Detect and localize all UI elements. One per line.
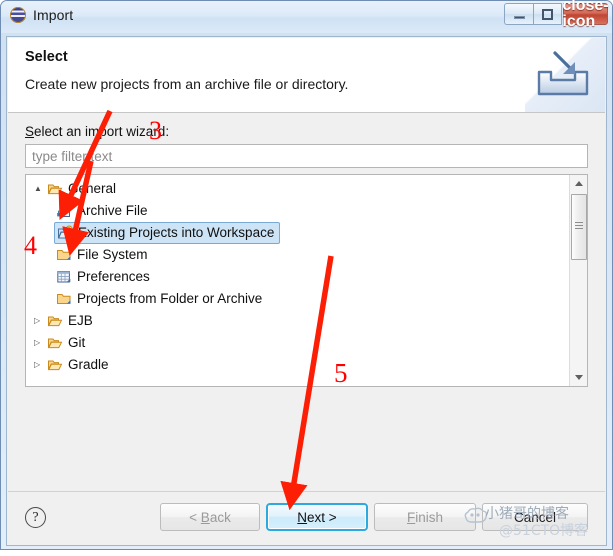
tree-item-gradle[interactable]: ▷ Gradle [26,354,569,376]
tree-item-content: Gradle [47,357,109,373]
folder-open-icon [47,338,63,349]
page-title: Select [25,49,68,65]
tree-label-rest: elect an import wizard: [34,124,170,139]
tree-rows: ▲ General Archive File Existing Projects in… [26,178,569,376]
folder-open-icon [47,357,63,373]
folder-icon [56,291,72,307]
next-button-label: Next > [297,509,337,525]
tree-item-projects-from-folder-or-archive[interactable]: Projects from Folder or Archive [26,288,569,310]
preferences-icon [56,269,72,285]
dialog-header: Select Create new projects from an archi… [8,38,605,113]
dialog-client-area: Select Create new projects from an archi… [6,36,607,546]
tree-label-mnemonic: S [25,124,35,139]
tree-item-label: Projects from Folder or Archive [77,290,263,306]
projects-import-icon [57,225,73,241]
tree-item-label: File System [77,246,148,262]
minimize-button[interactable] [504,3,533,25]
folder-open-icon [47,316,63,327]
preferences-icon [57,271,71,283]
window-title: Import [33,7,74,23]
page-description: Create new projects from an archive file… [25,76,349,92]
cancel-button-label: Cancel [513,509,557,525]
collapse-twisty-icon[interactable]: ▲ [34,185,47,193]
expand-twisty-icon[interactable]: ▷ [34,317,47,325]
finish-button-label: Finish [406,509,443,525]
tree-item-label: Preferences [77,268,150,284]
import-dialog-window: Import close-icon Select Create new proj… [0,0,613,550]
tree-item-preferences[interactable]: Preferences [26,266,569,288]
eclipse-icon [10,7,26,23]
tree-scrollbar[interactable] [569,175,587,386]
tree-item-content: Existing Projects into Workspace [54,222,281,244]
scroll-up-icon[interactable] [570,175,587,192]
tree-item-content: Archive File [56,203,148,219]
title-bar[interactable]: Import close-icon [1,0,612,33]
filter-input[interactable] [25,144,588,168]
tree-item-label: EJB [68,312,93,328]
tree-item-existing-projects-into-workspace[interactable]: Existing Projects into Workspace [26,222,569,244]
tree-item-label: General [68,180,117,196]
tree-item-general[interactable]: ▲ General [26,178,569,200]
folder-open-icon [47,313,63,329]
tree-item-file-system[interactable]: File System [26,244,569,266]
tree-item-label: Existing Projects into Workspace [78,224,275,240]
help-button[interactable]: ? [25,507,46,528]
caption-buttons: close-icon [504,0,609,30]
archive-file-icon [56,203,72,219]
tree-item-ejb[interactable]: ▷ EJB [26,310,569,332]
expand-twisty-icon[interactable]: ▷ [34,361,47,369]
tree-label: Select an import wizard: [25,124,169,139]
next-button[interactable]: Next > [266,503,368,531]
back-button[interactable]: < Back [160,503,260,531]
tree-item-label: Archive File [77,202,148,218]
close-icon: close-icon [562,0,609,30]
tree-item-archive-file[interactable]: Archive File [26,200,569,222]
folder-icon [56,247,72,263]
folder-open-icon [47,360,63,371]
scroll-down-icon[interactable] [570,369,587,386]
tree-item-content: File System [56,247,148,263]
folder-open-icon [47,335,63,351]
wizard-tree[interactable]: ▲ General Archive File Existing Projects in… [25,174,588,387]
dialog-button-bar: ? < Back Next > Finish Cancel [8,491,605,544]
expand-twisty-icon[interactable]: ▷ [34,339,47,347]
banner-graphic [525,38,605,112]
folder-icon [57,250,71,260]
folder-icon [57,294,71,304]
folder-open-icon [47,181,63,197]
finish-button[interactable]: Finish [374,503,476,531]
dialog-body: Select an import wizard: ▲ General Archive… [8,113,605,493]
folder-open-icon [47,184,63,195]
import-arrow-icon [537,51,589,96]
scrollbar-thumb[interactable] [571,194,587,260]
maximize-icon [542,8,553,20]
title-bar-left: Import [10,7,73,23]
tree-item-content: Git [47,335,85,351]
projects-import-icon [57,225,73,239]
archive-file-icon [57,204,70,217]
maximize-button[interactable] [533,3,562,25]
tree-item-label: Git [68,334,86,350]
tree-item-git[interactable]: ▷ Git [26,332,569,354]
minimize-icon [513,16,525,19]
scrollbar-grip-icon [575,222,583,229]
back-button-label: < Back [189,509,231,525]
cancel-button[interactable]: Cancel [482,503,588,531]
tree-item-content: Preferences [56,269,150,285]
tree-item-content: General [47,181,116,197]
tree-item-label: Gradle [68,356,109,372]
tree-item-content: EJB [47,313,93,329]
tree-item-content: Projects from Folder or Archive [56,291,262,307]
close-button[interactable]: close-icon [562,0,608,30]
